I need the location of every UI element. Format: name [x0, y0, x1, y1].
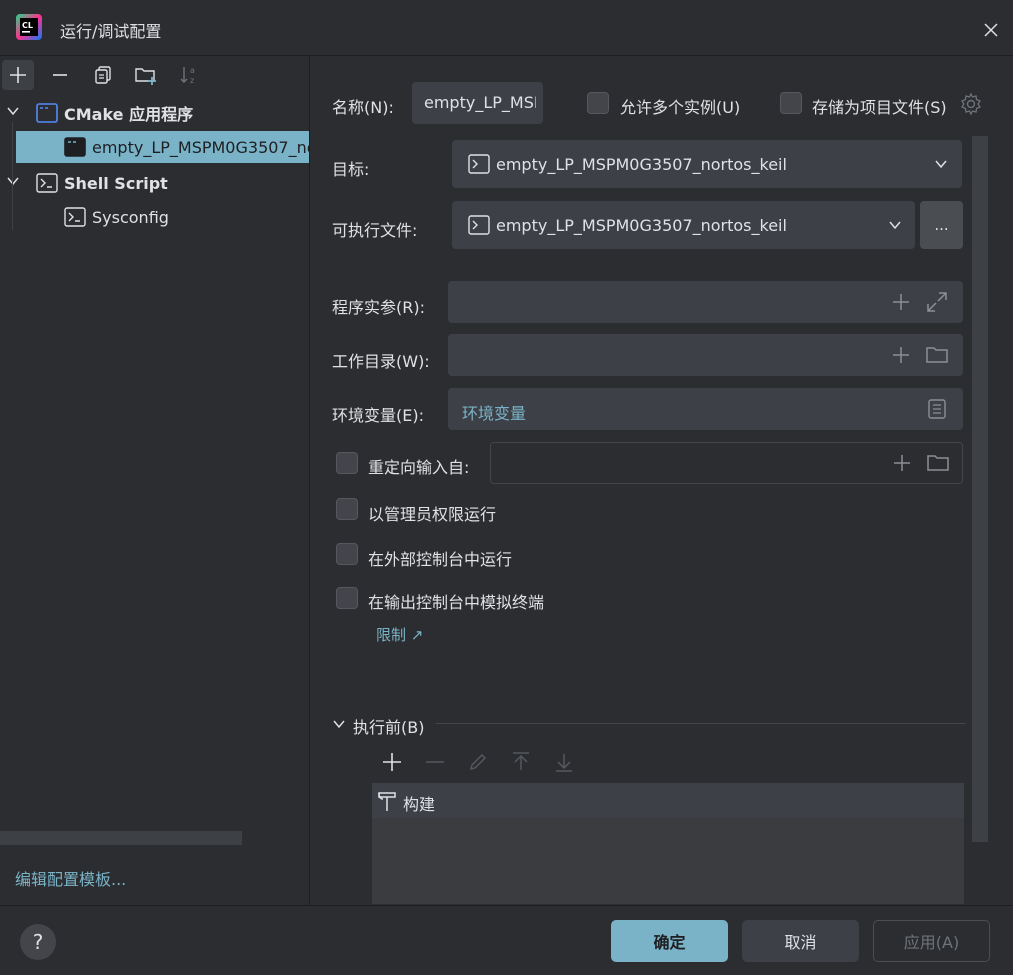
- tree-item-label: Sysconfig: [92, 207, 169, 227]
- target-select[interactable]: empty_LP_MSPM0G3507_nortos_keil: [452, 140, 962, 188]
- run-external-label: 在外部控制台中运行: [368, 550, 513, 569]
- svg-text:z: z: [190, 76, 194, 85]
- tree-group-cmake[interactable]: CMake 应用程序: [36, 97, 306, 129]
- emulate-terminal-checkbox[interactable]: [336, 587, 358, 609]
- working-dir-field[interactable]: [448, 334, 963, 376]
- executable-label: 可执行文件:: [332, 221, 418, 240]
- horizontal-scrollbar[interactable]: [0, 831, 242, 845]
- chevron-down-icon[interactable]: [6, 104, 20, 118]
- add-icon[interactable]: [890, 344, 912, 366]
- window-title: 运行/调试配置: [60, 22, 162, 41]
- svg-text:a: a: [190, 66, 195, 75]
- add-icon[interactable]: [381, 751, 403, 773]
- vertical-scrollbar[interactable]: [972, 136, 988, 842]
- folder-icon[interactable]: [926, 452, 950, 474]
- add-icon[interactable]: [890, 291, 912, 313]
- close-icon[interactable]: [978, 17, 1004, 43]
- cancel-button[interactable]: 取消: [742, 920, 859, 962]
- before-launch-label: 执行前(B): [353, 718, 425, 737]
- new-folder-icon[interactable]: [130, 60, 162, 90]
- limit-link[interactable]: 限制 ↗: [376, 624, 423, 645]
- sort-alpha-icon[interactable]: az: [173, 60, 205, 90]
- redirect-field[interactable]: [490, 442, 963, 484]
- tree-group-shell-script[interactable]: Shell Script: [36, 167, 306, 199]
- store-as-file-label: 存储为项目文件(S): [812, 98, 947, 117]
- tree-group-label: CMake 应用程序: [64, 105, 194, 124]
- terminal-icon: [468, 154, 490, 174]
- cmake-app-icon: [64, 137, 86, 157]
- name-field-value: empty_LP_MSPM0G3507_nortos_keil: [424, 93, 536, 112]
- remove-icon[interactable]: [424, 751, 446, 773]
- name-field[interactable]: empty_LP_MSPM0G3507_nortos_keil: [412, 82, 543, 124]
- working-dir-label: 工作目录(W):: [332, 352, 430, 371]
- terminal-icon: [468, 215, 490, 235]
- gear-icon[interactable]: [959, 92, 983, 116]
- program-args-field[interactable]: [448, 281, 963, 323]
- run-admin-label: 以管理员权限运行: [368, 505, 497, 524]
- env-label: 环境变量(E):: [332, 406, 424, 425]
- dialog-footer: [0, 905, 1013, 975]
- name-label: 名称(N):: [332, 98, 394, 117]
- move-down-icon[interactable]: [553, 751, 575, 773]
- list-icon[interactable]: [927, 398, 947, 420]
- chevron-down-icon[interactable]: [332, 717, 346, 731]
- edit-templates-link[interactable]: 编辑配置模板...: [15, 866, 126, 890]
- emulate-terminal-label: 在输出控制台中模拟终端: [368, 593, 545, 612]
- list-item-label: 构建: [403, 795, 436, 814]
- redirect-checkbox[interactable]: [336, 452, 358, 474]
- clion-logo-icon: CL: [16, 14, 42, 40]
- expand-icon[interactable]: [925, 290, 949, 314]
- browse-button[interactable]: ...: [920, 201, 963, 249]
- redirect-label: 重定向输入自:: [368, 458, 470, 477]
- tree-guide-line: [12, 122, 13, 230]
- executable-select[interactable]: empty_LP_MSPM0G3507_nortos_keil: [452, 201, 915, 249]
- remove-icon[interactable]: [44, 60, 76, 90]
- tree-group-label: Shell Script: [64, 173, 168, 193]
- chevron-down-icon: [934, 157, 948, 171]
- folder-icon[interactable]: [925, 344, 949, 366]
- edit-icon[interactable]: [467, 751, 489, 773]
- move-up-icon[interactable]: [510, 751, 532, 773]
- chevron-down-icon: [888, 218, 902, 232]
- help-button[interactable]: ?: [20, 924, 56, 960]
- target-label: 目标:: [332, 160, 370, 179]
- allow-multiple-checkbox[interactable]: [587, 92, 609, 114]
- apply-button[interactable]: 应用(A): [873, 920, 990, 962]
- env-value: 环境变量: [462, 404, 527, 423]
- tree-item-sysconfig[interactable]: Sysconfig: [64, 201, 304, 233]
- svg-text:CL: CL: [22, 21, 33, 30]
- target-value: empty_LP_MSPM0G3507_nortos_keil: [496, 155, 787, 174]
- program-args-label: 程序实参(R):: [332, 298, 425, 317]
- before-launch-list: [372, 818, 964, 904]
- run-external-checkbox[interactable]: [336, 543, 358, 565]
- store-as-file-checkbox[interactable]: [780, 92, 802, 114]
- cmake-app-icon: [36, 103, 58, 123]
- ok-button[interactable]: 确定: [611, 920, 728, 962]
- chevron-down-icon[interactable]: [6, 174, 20, 188]
- build-hammer-icon: [376, 789, 398, 813]
- run-admin-checkbox[interactable]: [336, 498, 358, 520]
- copy-icon[interactable]: [87, 60, 119, 90]
- executable-value: empty_LP_MSPM0G3507_nortos_keil: [496, 216, 787, 235]
- section-divider: [436, 723, 966, 724]
- add-icon[interactable]: [2, 60, 34, 90]
- tree-item-label: empty_LP_MSPM0G3507_nortos_keil: [92, 137, 309, 157]
- list-item[interactable]: 构建: [372, 783, 964, 818]
- env-field[interactable]: 环境变量: [448, 388, 963, 430]
- terminal-icon: [64, 207, 86, 227]
- add-icon[interactable]: [891, 452, 913, 474]
- terminal-icon: [36, 173, 58, 193]
- allow-multiple-label: 允许多个实例(U): [620, 98, 741, 117]
- tree-item-empty-lp[interactable]: empty_LP_MSPM0G3507_nortos_keil: [16, 131, 309, 163]
